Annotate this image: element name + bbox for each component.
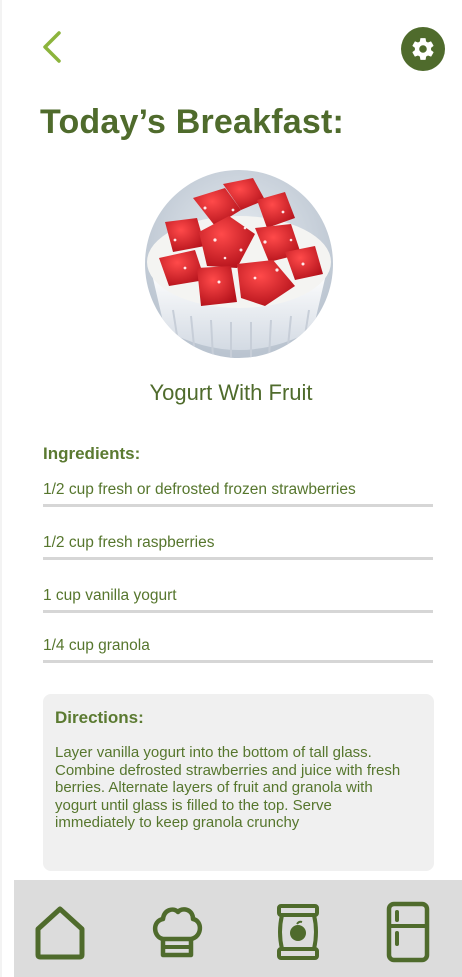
ingredient-label: 1/2 cup fresh or defrosted frozen strawb… <box>43 481 356 498</box>
settings-button[interactable] <box>401 27 445 71</box>
ingredient-item[interactable]: 1/2 cup fresh raspberries <box>43 527 433 560</box>
ingredient-label: 1/4 cup granola <box>43 637 150 654</box>
nav-pantry-button[interactable] <box>268 898 328 966</box>
directions-heading: Directions: <box>55 708 144 727</box>
pantry-jar-icon <box>277 904 319 960</box>
gear-icon <box>412 38 434 60</box>
directions-text: Layer vanilla yogurt into the bottom of … <box>55 744 401 831</box>
fridge-icon <box>386 901 430 963</box>
bottom-nav <box>14 880 462 977</box>
home-icon <box>35 906 85 960</box>
nav-recipes-button[interactable] <box>147 898 207 966</box>
nav-fridge-button[interactable] <box>378 898 438 966</box>
yogurt-with-strawberries-photo <box>145 170 333 358</box>
page-edge <box>0 0 2 977</box>
ingredient-item[interactable]: 1/2 cup fresh or defrosted frozen strawb… <box>43 474 433 507</box>
nav-home-button[interactable] <box>30 898 90 966</box>
page-title: Today’s Breakfast: <box>40 103 345 141</box>
ingredient-item[interactable]: 1/4 cup granola <box>43 630 433 663</box>
ingredients-heading: Ingredients: <box>43 444 141 463</box>
dish-photo <box>145 170 333 358</box>
ingredient-label: 1/2 cup fresh raspberries <box>43 534 215 551</box>
back-button[interactable] <box>36 28 68 66</box>
directions-panel: Directions: Layer vanilla yogurt into th… <box>43 694 434 871</box>
chef-hat-icon <box>152 907 203 958</box>
chevron-left-icon <box>43 31 61 63</box>
ingredient-label: 1 cup vanilla yogurt <box>43 587 177 604</box>
dish-name: Yogurt With Fruit <box>149 380 313 405</box>
ingredient-item[interactable]: 1 cup vanilla yogurt <box>43 580 433 613</box>
